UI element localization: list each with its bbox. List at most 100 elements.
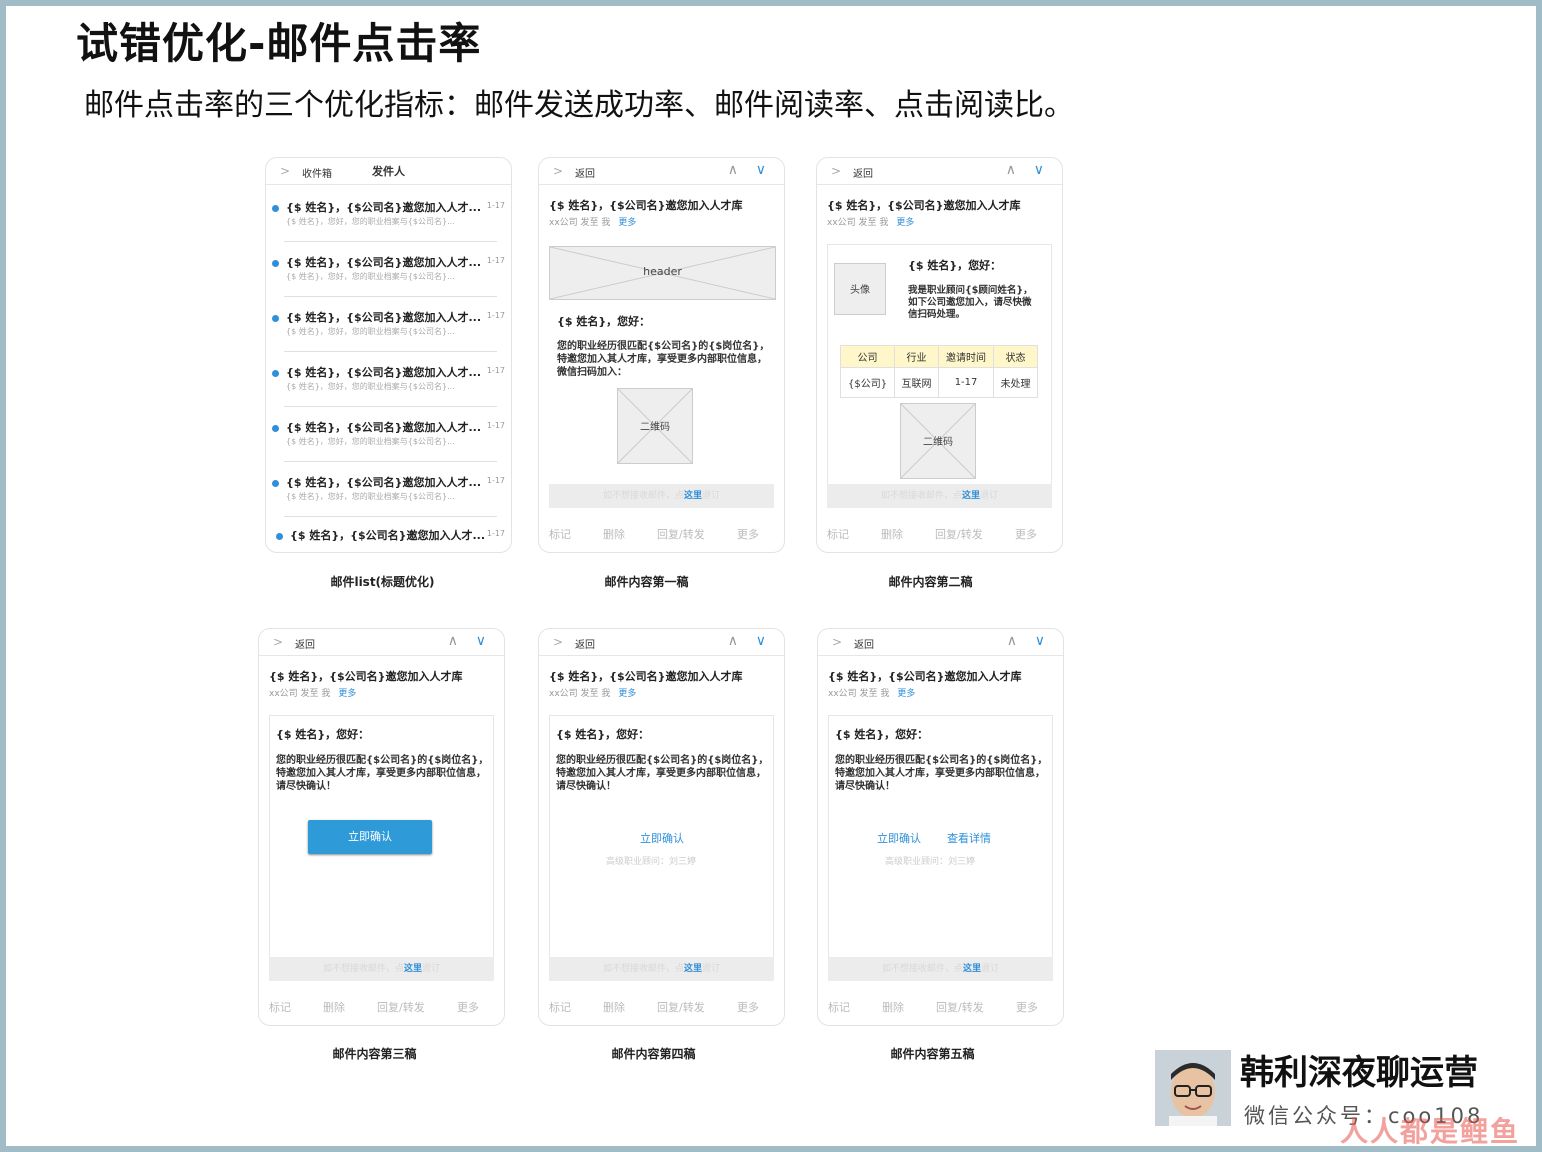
more-link[interactable]: 更多	[618, 218, 636, 228]
author-avatar	[1155, 1050, 1231, 1126]
qr-label: 二维码	[923, 437, 953, 448]
mail-action-bar: 标记 删除 回复/转发 更多	[259, 985, 504, 1025]
list-item[interactable]: {$ 姓名}，{$公司名}邀您加入人才... 1-17 {$ 姓名}，您好，您的职业…	[272, 352, 505, 407]
list-item[interactable]: {$ 姓名}，{$公司名}邀您加入人才... 1-17 {$ 姓名}，您好，您的职业…	[272, 407, 505, 462]
chevron-right-icon[interactable]: >	[280, 164, 290, 178]
chevron-up-icon[interactable]: ∧	[1006, 162, 1016, 178]
more-link[interactable]: 更多	[618, 689, 636, 699]
list-item[interactable]: {$ 姓名}，{$公司名}邀您加入人才... 1-17	[276, 517, 505, 552]
unsubscribe-link[interactable]: 这里	[404, 964, 422, 974]
list-item[interactable]: {$ 姓名}，{$公司名}邀您加入人才... 1-17 {$ 姓名}，您好，您的职业…	[272, 297, 505, 352]
draft3-topbar: > 返回 ∧ ∨	[259, 629, 504, 656]
more-button[interactable]: 更多	[737, 999, 759, 1015]
chevron-down-icon[interactable]: ∨	[756, 162, 766, 178]
reply-forward-button[interactable]: 回复/转发	[377, 999, 425, 1015]
unsubscribe-link[interactable]: 这里	[684, 491, 702, 501]
more-button[interactable]: 更多	[737, 526, 759, 542]
back-button[interactable]: 返回	[295, 636, 315, 651]
more-button[interactable]: 更多	[457, 999, 479, 1015]
chevron-down-icon[interactable]: ∨	[756, 633, 766, 649]
unread-dot-icon	[272, 260, 279, 267]
unread-dot-icon	[272, 425, 279, 432]
mark-button[interactable]: 标记	[828, 999, 850, 1015]
person-photo-icon	[1155, 1050, 1231, 1126]
back-button[interactable]: 返回	[575, 165, 595, 180]
chevron-right-icon[interactable]: >	[553, 164, 563, 178]
chevron-right-icon[interactable]: >	[553, 635, 563, 649]
unsubscribe-bar: 如不想接收邮件，点这里退订	[269, 957, 494, 981]
mark-button[interactable]: 标记	[549, 526, 571, 542]
mail-subject: {$ 姓名}，{$公司名}邀您加入人才库	[828, 670, 1022, 683]
list-item[interactable]: {$ 姓名}，{$公司名}邀您加入人才... 1-17 {$ 姓名}，您好，您的职业…	[272, 462, 505, 517]
greeting: {$ 姓名}，您好：	[276, 728, 370, 741]
chevron-up-icon[interactable]: ∧	[1007, 633, 1017, 649]
unsub-suffix: 退订	[422, 964, 441, 974]
more-link[interactable]: 更多	[897, 689, 915, 699]
chevron-right-icon[interactable]: >	[831, 164, 841, 178]
more-button[interactable]: 更多	[1015, 526, 1037, 542]
chevron-down-icon[interactable]: ∨	[1034, 162, 1044, 178]
list-item-date: 1-17	[486, 421, 505, 430]
chevron-right-icon[interactable]: >	[832, 635, 842, 649]
list-topbar: > 收件箱 发件人	[266, 158, 511, 185]
avatar-label: 头像	[850, 285, 870, 296]
chevron-up-icon[interactable]: ∧	[728, 633, 738, 649]
qr-code-placeholder: 二维码	[617, 388, 693, 464]
sender-label[interactable]: 发件人	[372, 163, 405, 179]
phone-draft-5: > 返回 ∧ ∨ {$ 姓名}，{$公司名}邀您加入人才库 xx公司 发至 我更…	[817, 628, 1064, 1026]
unsubscribe-link[interactable]: 这里	[963, 964, 981, 974]
confirm-link[interactable]: 立即确认	[877, 830, 921, 846]
delete-button[interactable]: 删除	[323, 999, 345, 1015]
chevron-up-icon[interactable]: ∧	[728, 162, 738, 178]
table-header: 公司	[839, 345, 896, 368]
confirm-button[interactable]: 立即确认	[308, 820, 432, 854]
confirm-link[interactable]: 立即确认	[640, 830, 684, 846]
list-item-subject: {$ 姓名}，{$公司名}邀您加入人才...	[290, 529, 485, 542]
delete-button[interactable]: 删除	[881, 526, 903, 542]
mail-action-bar: 标记 删除 回复/转发 更多	[539, 512, 784, 552]
back-button[interactable]: 返回	[854, 636, 874, 651]
unsub-suffix: 退订	[981, 964, 1000, 974]
inbox-label[interactable]: 收件箱	[302, 165, 332, 180]
unread-dot-icon	[272, 315, 279, 322]
more-link[interactable]: 更多	[896, 218, 914, 228]
back-button[interactable]: 返回	[853, 165, 873, 180]
delete-button[interactable]: 删除	[603, 999, 625, 1015]
more-link[interactable]: 更多	[338, 689, 356, 699]
list-item-subject: {$ 姓名}，{$公司名}邀您加入人才...	[286, 421, 481, 434]
invitation-table: 公司 行业 邀请时间 状态 {$公司} 互联网 1-17 未处理	[839, 345, 1038, 398]
details-link[interactable]: 查看详情	[947, 830, 991, 846]
mail-meta: xx公司 发至 我更多	[259, 684, 504, 699]
mail-subject: {$ 姓名}，{$公司名}邀您加入人才库	[269, 670, 463, 683]
list-item-date: 1-17	[486, 256, 505, 265]
reply-forward-button[interactable]: 回复/转发	[936, 999, 984, 1015]
caption-draft-1: 邮件内容第一稿	[604, 575, 689, 589]
list-item-snippet: {$ 姓名}，您好，您的职业档案与{$公司名}...	[286, 272, 455, 281]
delete-button[interactable]: 删除	[882, 999, 904, 1015]
reply-forward-button[interactable]: 回复/转发	[935, 526, 983, 542]
draft5-topbar: > 返回 ∧ ∨	[818, 629, 1063, 656]
chevron-right-icon[interactable]: >	[273, 635, 283, 649]
more-button[interactable]: 更多	[1016, 999, 1038, 1015]
unsubscribe-link[interactable]: 这里	[962, 491, 980, 501]
unsub-prefix: 如不想接收邮件，点	[602, 491, 684, 501]
mark-button[interactable]: 标记	[549, 999, 571, 1015]
chevron-up-icon[interactable]: ∧	[448, 633, 458, 649]
unsubscribe-link[interactable]: 这里	[684, 964, 702, 974]
mail-subject: {$ 姓名}，{$公司名}邀您加入人才库	[549, 199, 743, 212]
mark-button[interactable]: 标记	[827, 526, 849, 542]
mail-from: xx公司 发至 我	[828, 689, 890, 699]
list-item[interactable]: {$ 姓名}，{$公司名}邀您加入人才... 1-17 {$ 姓名}，您好，您的职业…	[272, 187, 505, 242]
chevron-down-icon[interactable]: ∨	[1035, 633, 1045, 649]
mail-content-card: {$ 姓名}，您好： 您的职业经历很匹配{$公司名}的{$岗位名}，特邀您加入其…	[269, 715, 494, 961]
delete-button[interactable]: 删除	[603, 526, 625, 542]
caption-list: 邮件list(标题优化)	[330, 575, 435, 589]
back-button[interactable]: 返回	[575, 636, 595, 651]
mail-meta: xx公司 发至 我更多	[539, 213, 784, 228]
reply-forward-button[interactable]: 回复/转发	[657, 526, 705, 542]
mark-button[interactable]: 标记	[269, 999, 291, 1015]
list-item[interactable]: {$ 姓名}，{$公司名}邀您加入人才... 1-17 {$ 姓名}，您好，您的职业…	[272, 242, 505, 297]
reply-forward-button[interactable]: 回复/转发	[657, 999, 705, 1015]
chevron-down-icon[interactable]: ∨	[476, 633, 486, 649]
mail-action-bar: 标记 删除 回复/转发 更多	[818, 985, 1063, 1025]
